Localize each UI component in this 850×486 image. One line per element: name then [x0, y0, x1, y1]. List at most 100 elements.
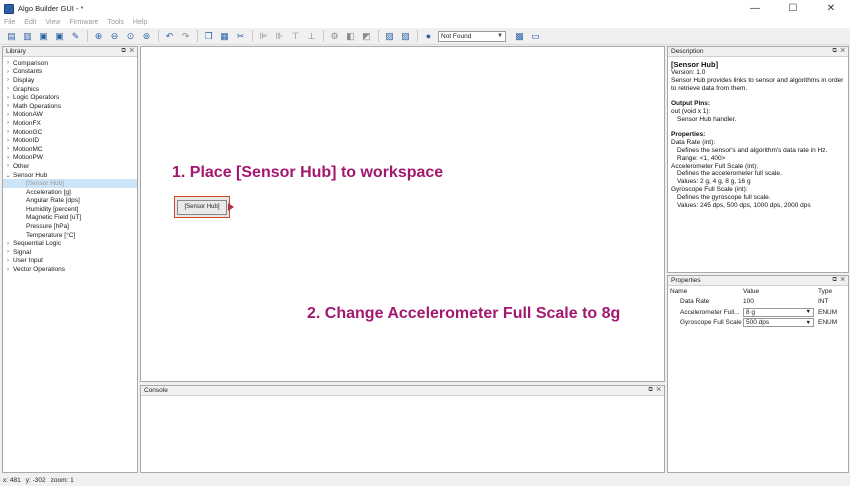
panel-controls[interactable]: ⧉ ✕	[648, 387, 662, 394]
menu-help[interactable]: Help	[133, 19, 147, 26]
library-category[interactable]: › MotionFX	[3, 119, 137, 128]
chevron-right-icon[interactable]: ›	[3, 146, 13, 152]
library-category[interactable]: › MotionPW	[3, 154, 137, 163]
connect-icon[interactable]: ●	[422, 30, 435, 43]
library-category[interactable]: › Other	[3, 162, 137, 171]
chevron-right-icon[interactable]: ›	[3, 138, 13, 144]
align-left-icon[interactable]: ⊫	[257, 30, 270, 43]
menu-view[interactable]: View	[45, 19, 60, 26]
library-block-item[interactable]: Pressure [hPa]	[3, 222, 137, 231]
open-file-icon[interactable]: ▥	[21, 30, 34, 43]
library-category[interactable]: › MotionAW	[3, 111, 137, 120]
gyroscope-full-scale-select[interactable]: 500 dps ▼	[743, 318, 814, 328]
maximize-button[interactable]: ☐	[774, 0, 812, 17]
accelerometer-full-scale-select[interactable]: 8 g ▼	[743, 307, 814, 317]
panel-controls[interactable]: ⧉ ✕	[121, 48, 135, 55]
library-category[interactable]: › Logic Operators	[3, 93, 137, 102]
library-category[interactable]: › Display	[3, 76, 137, 85]
status-y: y: -302	[25, 477, 46, 484]
library-block-item[interactable]: Temperature [°C]	[3, 231, 137, 240]
library-category[interactable]: › Constants	[3, 68, 137, 77]
prop-gyro-desc: Defines the gyroscope full scale.	[677, 193, 771, 201]
close-button[interactable]: ✕	[812, 0, 850, 17]
property-value-input[interactable]: 100	[743, 298, 816, 305]
chevron-down-icon[interactable]: ⌄	[3, 172, 13, 179]
build-icon[interactable]: ◩	[360, 30, 373, 43]
zoom-reset-icon[interactable]: ⊙	[124, 30, 137, 43]
window-controls: — ☐ ✕	[736, 0, 850, 17]
generate-code-icon[interactable]: ◧	[344, 30, 357, 43]
menu-file[interactable]: File	[4, 19, 15, 26]
gyroscope-select-cell: 500 dps ▼	[743, 318, 816, 328]
library-category-label: Other	[13, 162, 30, 170]
zoom-out-icon[interactable]: ⊖	[108, 30, 121, 43]
library-block-item[interactable]: Magnetic Field [uT]	[3, 214, 137, 223]
library-category[interactable]: › Math Operations	[3, 102, 137, 111]
description-panel: Description ⧉ ✕ [Sensor Hub] Version: 1.…	[667, 46, 849, 273]
library-category[interactable]: › Comparison	[3, 59, 137, 68]
chevron-right-icon[interactable]: ›	[3, 77, 13, 83]
chevron-right-icon[interactable]: ›	[3, 103, 13, 109]
chevron-right-icon[interactable]: ›	[3, 95, 13, 101]
chevron-right-icon[interactable]: ›	[3, 120, 13, 126]
monitor-icon[interactable]: ▭	[529, 30, 542, 43]
minimize-button[interactable]: —	[736, 0, 774, 17]
library-category[interactable]: › MotionMC	[3, 145, 137, 154]
chevron-right-icon[interactable]: ›	[3, 163, 13, 169]
flash-icon[interactable]: ▧	[399, 30, 412, 43]
library-category[interactable]: › MotionID	[3, 136, 137, 145]
chevron-right-icon[interactable]: ›	[3, 241, 13, 247]
library-category[interactable]: › User Input	[3, 257, 137, 266]
menu-edit[interactable]: Edit	[24, 19, 36, 26]
redo-icon[interactable]: ↷	[179, 30, 192, 43]
menu-firmware[interactable]: Firmware	[69, 19, 98, 26]
new-file-icon[interactable]: ▤	[5, 30, 18, 43]
property-row-accelerometer: Accelerometer Full... 8 g ▼ ENUM	[668, 307, 848, 318]
chevron-right-icon[interactable]: ›	[3, 249, 13, 255]
align-right-icon[interactable]: ⊪	[273, 30, 286, 43]
paste-icon[interactable]: ▦	[218, 30, 231, 43]
panel-controls[interactable]: ⧉ ✕	[832, 277, 846, 284]
library-block-item[interactable]: Acceleration [g]	[3, 188, 137, 197]
settings-wrench-icon[interactable]: ✎	[69, 30, 82, 43]
port-select[interactable]: Not Found ▼	[438, 30, 506, 42]
library-category[interactable]: › MotionGC	[3, 128, 137, 137]
panel-controls[interactable]: ⧉ ✕	[832, 48, 846, 55]
toolbar: ▤ ▥ ▣ ▣ ✎ ⊕ ⊖ ⊙ ⊚ ↶ ↷ ❐ ▦ ✂ ⊫ ⊪ ⊤ ⊥ ⚙ ◧ …	[0, 28, 850, 45]
copy-icon[interactable]: ❐	[202, 30, 215, 43]
library-block-label: Angular Rate [dps]	[26, 197, 80, 205]
chevron-right-icon[interactable]: ›	[3, 267, 13, 273]
chevron-right-icon[interactable]: ›	[3, 60, 13, 66]
library-category-label: MotionAW	[13, 111, 43, 119]
library-block-item[interactable]: [Sensor Hub]	[3, 179, 137, 188]
zoom-fit-icon[interactable]: ⊚	[140, 30, 153, 43]
sensor-hub-block[interactable]: [Sensor Hub]	[174, 196, 230, 218]
menu-tools[interactable]: Tools	[108, 19, 124, 26]
save-as-icon[interactable]: ▣	[53, 30, 66, 43]
undo-icon[interactable]: ↶	[163, 30, 176, 43]
library-block-item[interactable]: Humidity [percent]	[3, 205, 137, 214]
zoom-in-icon[interactable]: ⊕	[92, 30, 105, 43]
chevron-right-icon[interactable]: ›	[3, 69, 13, 75]
library-category[interactable]: › Signal	[3, 248, 137, 257]
library-category[interactable]: › Sequential Logic	[3, 239, 137, 248]
toolbar-separator	[323, 30, 324, 42]
chevron-right-icon[interactable]: ›	[3, 258, 13, 264]
program-icon[interactable]: ▨	[383, 30, 396, 43]
library-block-item[interactable]: Angular Rate [dps]	[3, 197, 137, 206]
chevron-right-icon[interactable]: ›	[3, 86, 13, 92]
firmware-settings-icon[interactable]: ⚙	[328, 30, 341, 43]
cut-icon[interactable]: ✂	[234, 30, 247, 43]
save-icon[interactable]: ▣	[37, 30, 50, 43]
align-bottom-icon[interactable]: ⊥	[305, 30, 318, 43]
chevron-right-icon[interactable]: ›	[3, 112, 13, 118]
align-top-icon[interactable]: ⊤	[289, 30, 302, 43]
unicleo-icon[interactable]: ▩	[513, 30, 526, 43]
output-pin-icon[interactable]	[228, 203, 234, 211]
library-category[interactable]: › Graphics	[3, 85, 137, 94]
library-category[interactable]: › Vector Operations	[3, 265, 137, 274]
library-category[interactable]: ⌄ Sensor Hub	[3, 171, 137, 180]
chevron-right-icon[interactable]: ›	[3, 155, 13, 161]
chevron-right-icon[interactable]: ›	[3, 129, 13, 135]
workspace-canvas[interactable]: 1. Place [Sensor Hub] to workspace 2. Ch…	[140, 46, 665, 382]
